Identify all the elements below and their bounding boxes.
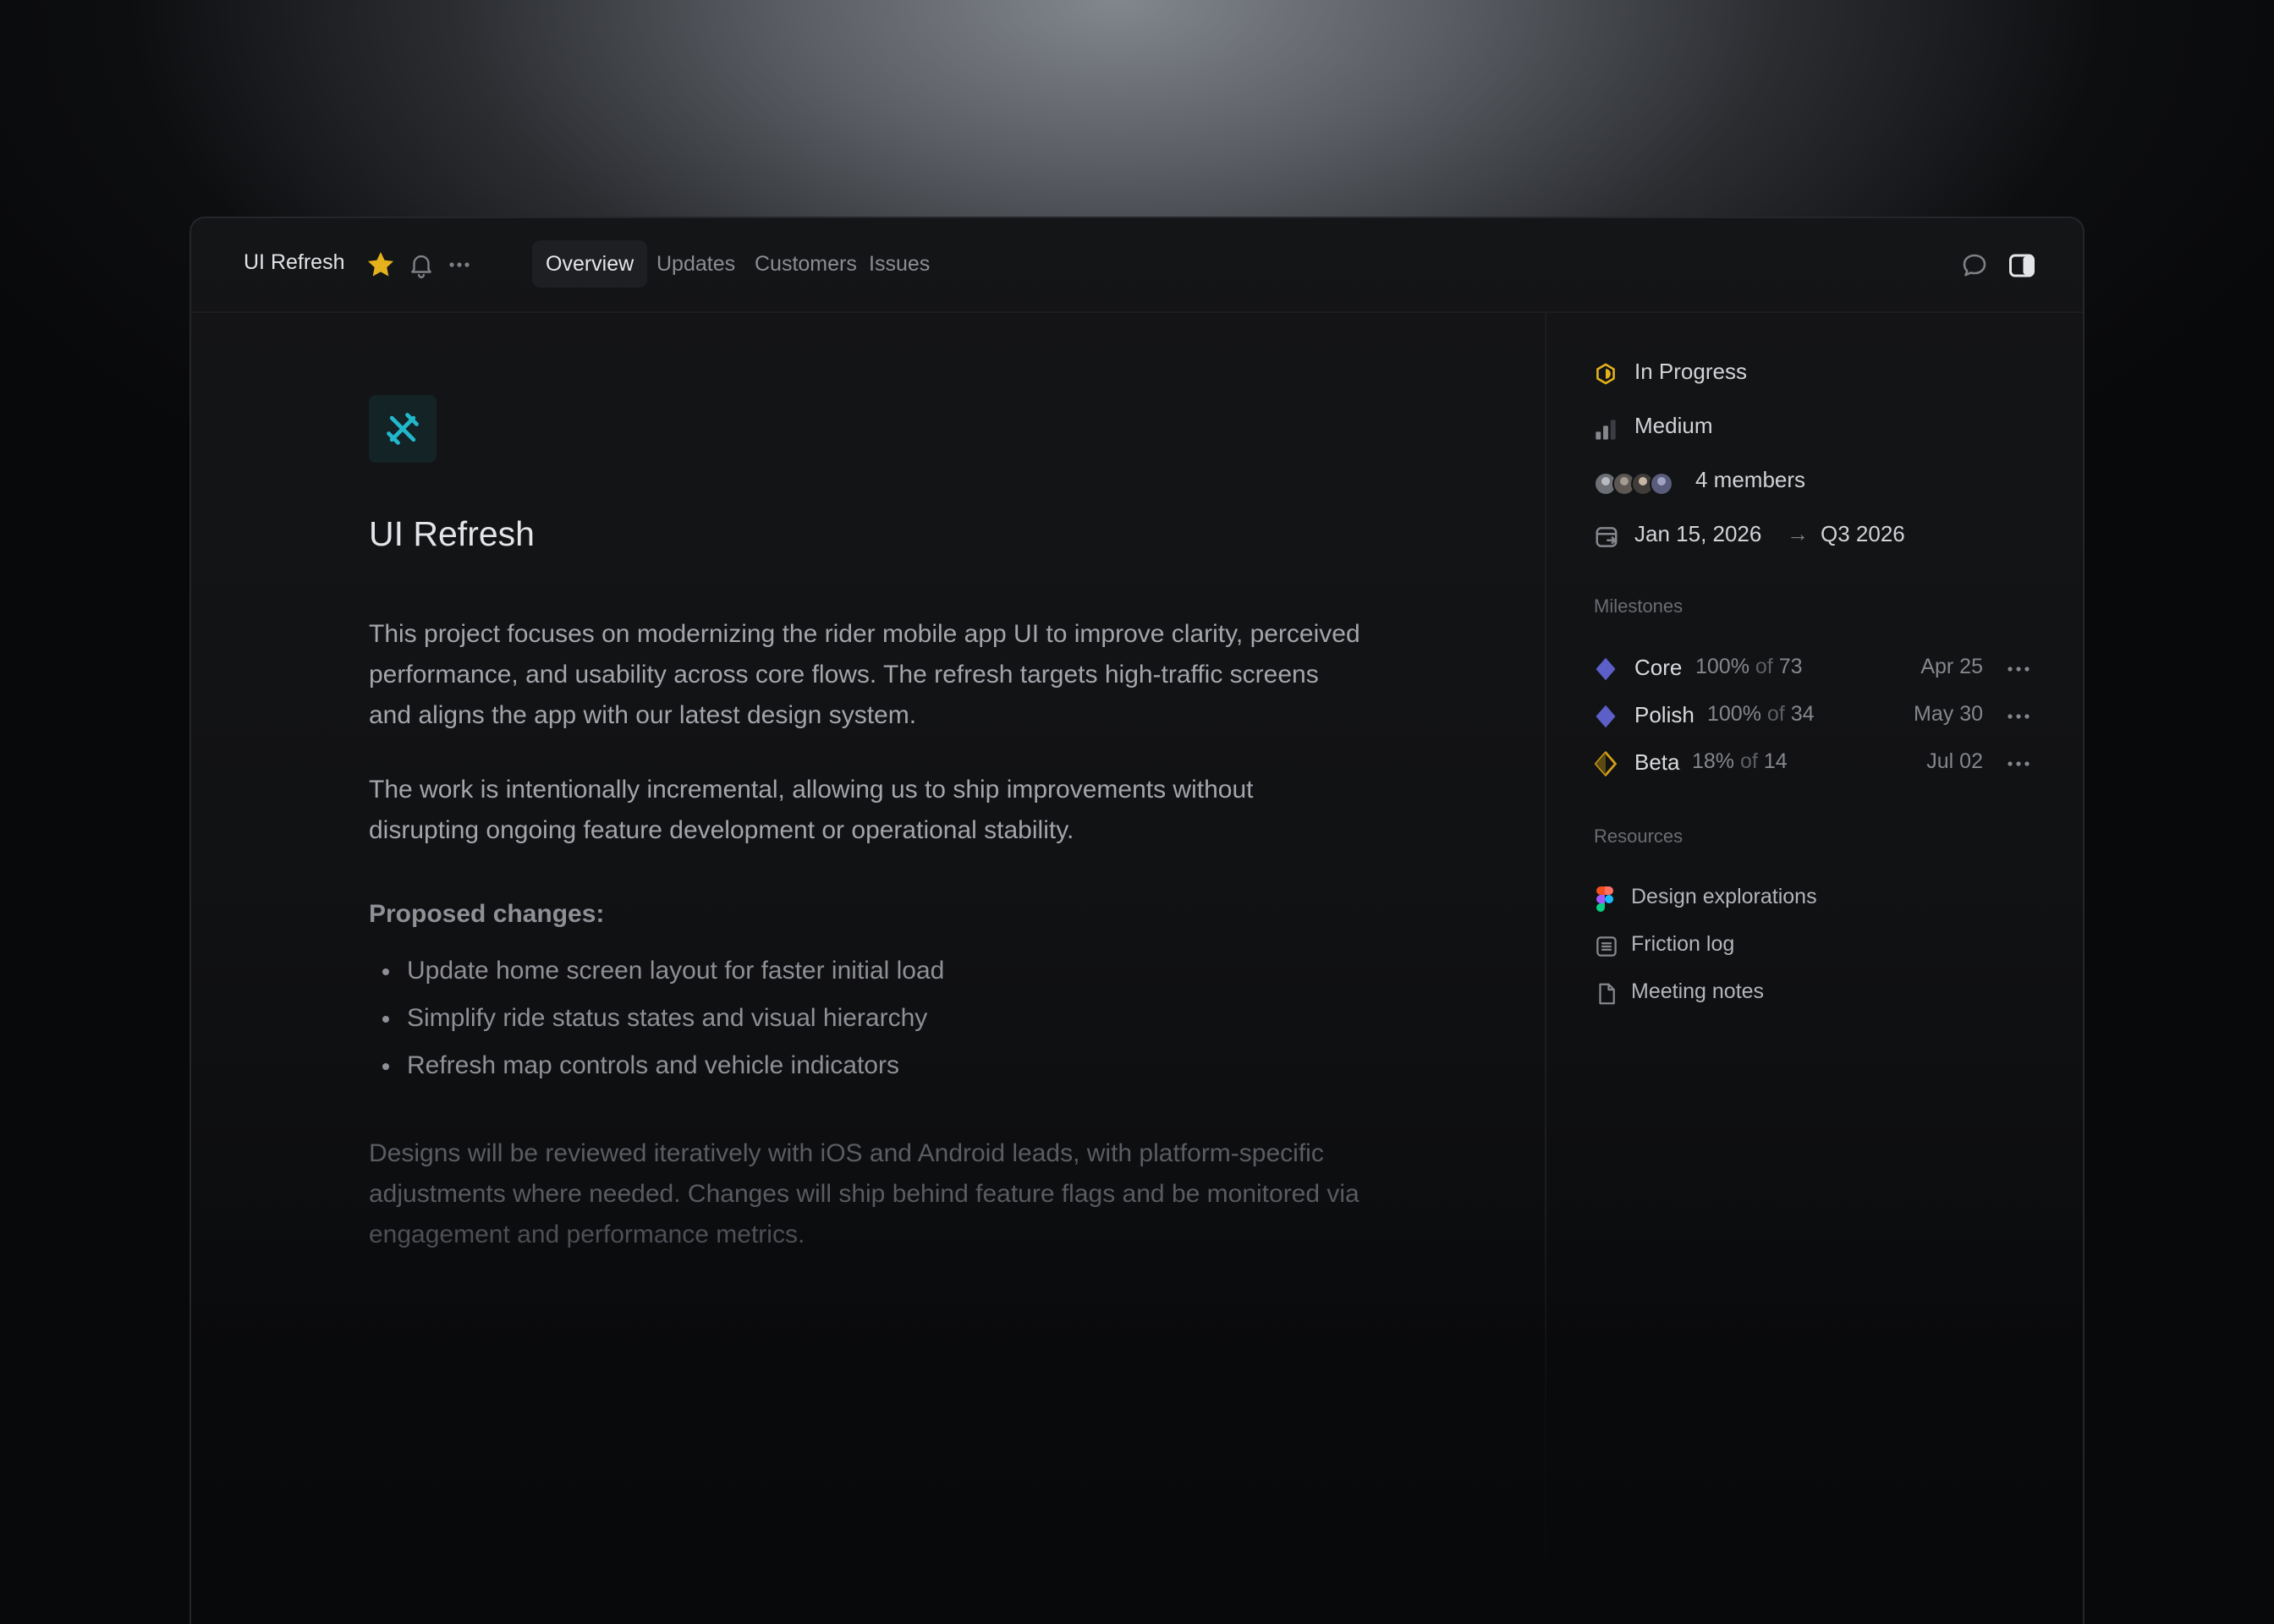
in-progress-icon	[1596, 363, 1615, 385]
milestone-row[interactable]: Core 100% of 73 Apr 25	[1594, 651, 2034, 685]
milestone-percent: 100%	[1695, 655, 1749, 678]
status-label: In Progress	[1634, 359, 1747, 384]
app-window: UI Refresh Overview Updates Customers Is…	[190, 217, 2084, 1624]
milestone-name: Beta	[1634, 749, 1680, 775]
more-icon[interactable]	[2005, 704, 2034, 729]
comment-icon[interactable]	[1959, 250, 1990, 281]
milestone-count: 34	[1790, 702, 1815, 726]
proposed-changes-list: Update home screen layout for faster ini…	[369, 947, 944, 1089]
milestone-row[interactable]: Beta 18% of 14 Jul 02	[1594, 746, 2034, 780]
member-avatars	[1594, 472, 1673, 496]
list-item: Update home screen layout for faster ini…	[369, 947, 944, 995]
milestones-heading: Milestones	[1594, 595, 1684, 617]
list-item-text: Update home screen layout for faster ini…	[407, 957, 945, 985]
start-date: Jan 15, 2026	[1634, 521, 1762, 546]
panel-icon[interactable]	[2007, 250, 2037, 281]
bullet-dot	[382, 1063, 389, 1070]
page-title: UI Refresh	[369, 514, 535, 553]
milestone-row[interactable]: Polish 100% of 34 May 30	[1594, 699, 2034, 732]
proposed-changes-heading: Proposed changes:	[369, 900, 605, 928]
milestone-of: of	[1766, 702, 1785, 726]
tab-issues[interactable]: Issues	[855, 240, 943, 288]
top-bar: UI Refresh Overview Updates Customers Is…	[191, 218, 2083, 313]
properties-sidebar: In Progress Medium 4 members Jan 15, 202…	[1545, 313, 2083, 1624]
members-label: 4 members	[1695, 467, 1806, 492]
more-icon[interactable]	[2005, 751, 2034, 776]
milestone-name: Polish	[1634, 702, 1695, 727]
milestone-percent: 100%	[1707, 702, 1761, 726]
list-item-text: Refresh map controls and vehicle indicat…	[407, 1051, 899, 1079]
description-paragraph: Designs will be reviewed iteratively wit…	[369, 1139, 1359, 1248]
milestone-diamond-icon	[1595, 751, 1617, 776]
bullet-dot	[382, 1016, 389, 1023]
milestone-diamond-icon	[1596, 705, 1616, 728]
milestone-name: Core	[1634, 655, 1683, 680]
milestone-percent: 18%	[1692, 749, 1735, 773]
figma-icon	[1596, 886, 1613, 912]
list-item: Refresh map controls and vehicle indicat…	[369, 1042, 944, 1089]
tab-customers[interactable]: Customers	[741, 240, 871, 288]
priority-label: Medium	[1634, 413, 1713, 438]
priority-bars-icon	[1596, 420, 1616, 440]
date-arrow: →	[1787, 521, 1809, 546]
more-icon[interactable]	[2005, 656, 2034, 682]
description-paragraph: This project focuses on modernizing the …	[369, 620, 1360, 729]
project-icon[interactable]	[369, 395, 437, 463]
milestone-date: May 30	[1914, 702, 1983, 726]
list-item-text: Simplify ride status states and visual h…	[407, 1004, 928, 1032]
resource-label: Meeting notes	[1631, 979, 1765, 1003]
page-icon	[1599, 983, 1615, 1005]
milestone-of: of	[1740, 749, 1758, 773]
milestone-diamond-icon	[1596, 657, 1616, 681]
milestone-of: of	[1755, 655, 1773, 678]
milestone-progress: 100% of 73	[1695, 655, 1803, 679]
end-date: Q3 2026	[1821, 521, 1905, 546]
bell-icon[interactable]	[407, 250, 436, 279]
drafting-tools-icon	[387, 413, 419, 445]
document-lines-icon	[1596, 936, 1617, 957]
more-icon[interactable]	[445, 252, 474, 277]
calendar-icon	[1596, 527, 1618, 547]
milestone-progress: 18% of 14	[1692, 749, 1788, 774]
milestone-date: Apr 25	[1920, 655, 1983, 678]
description-paragraph: The work is intentionally incremental, a…	[369, 776, 1254, 844]
list-item: Simplify ride status states and visual h…	[369, 995, 944, 1042]
resources-heading: Resources	[1594, 826, 1684, 847]
star-icon[interactable]	[365, 249, 397, 281]
tab-updates[interactable]: Updates	[643, 240, 749, 288]
resource-label: Friction log	[1631, 932, 1735, 956]
bullet-dot	[382, 968, 389, 975]
milestone-progress: 100% of 34	[1707, 702, 1815, 727]
project-name[interactable]: UI Refresh	[244, 250, 344, 275]
resource-label: Design explorations	[1631, 885, 1817, 908]
tab-overview[interactable]: Overview	[532, 240, 648, 288]
milestone-count: 73	[1778, 655, 1803, 678]
milestone-count: 14	[1763, 749, 1788, 773]
milestone-date: Jul 02	[1926, 749, 1983, 773]
main-content: UI Refresh This project focuses on moder…	[191, 313, 1545, 1624]
